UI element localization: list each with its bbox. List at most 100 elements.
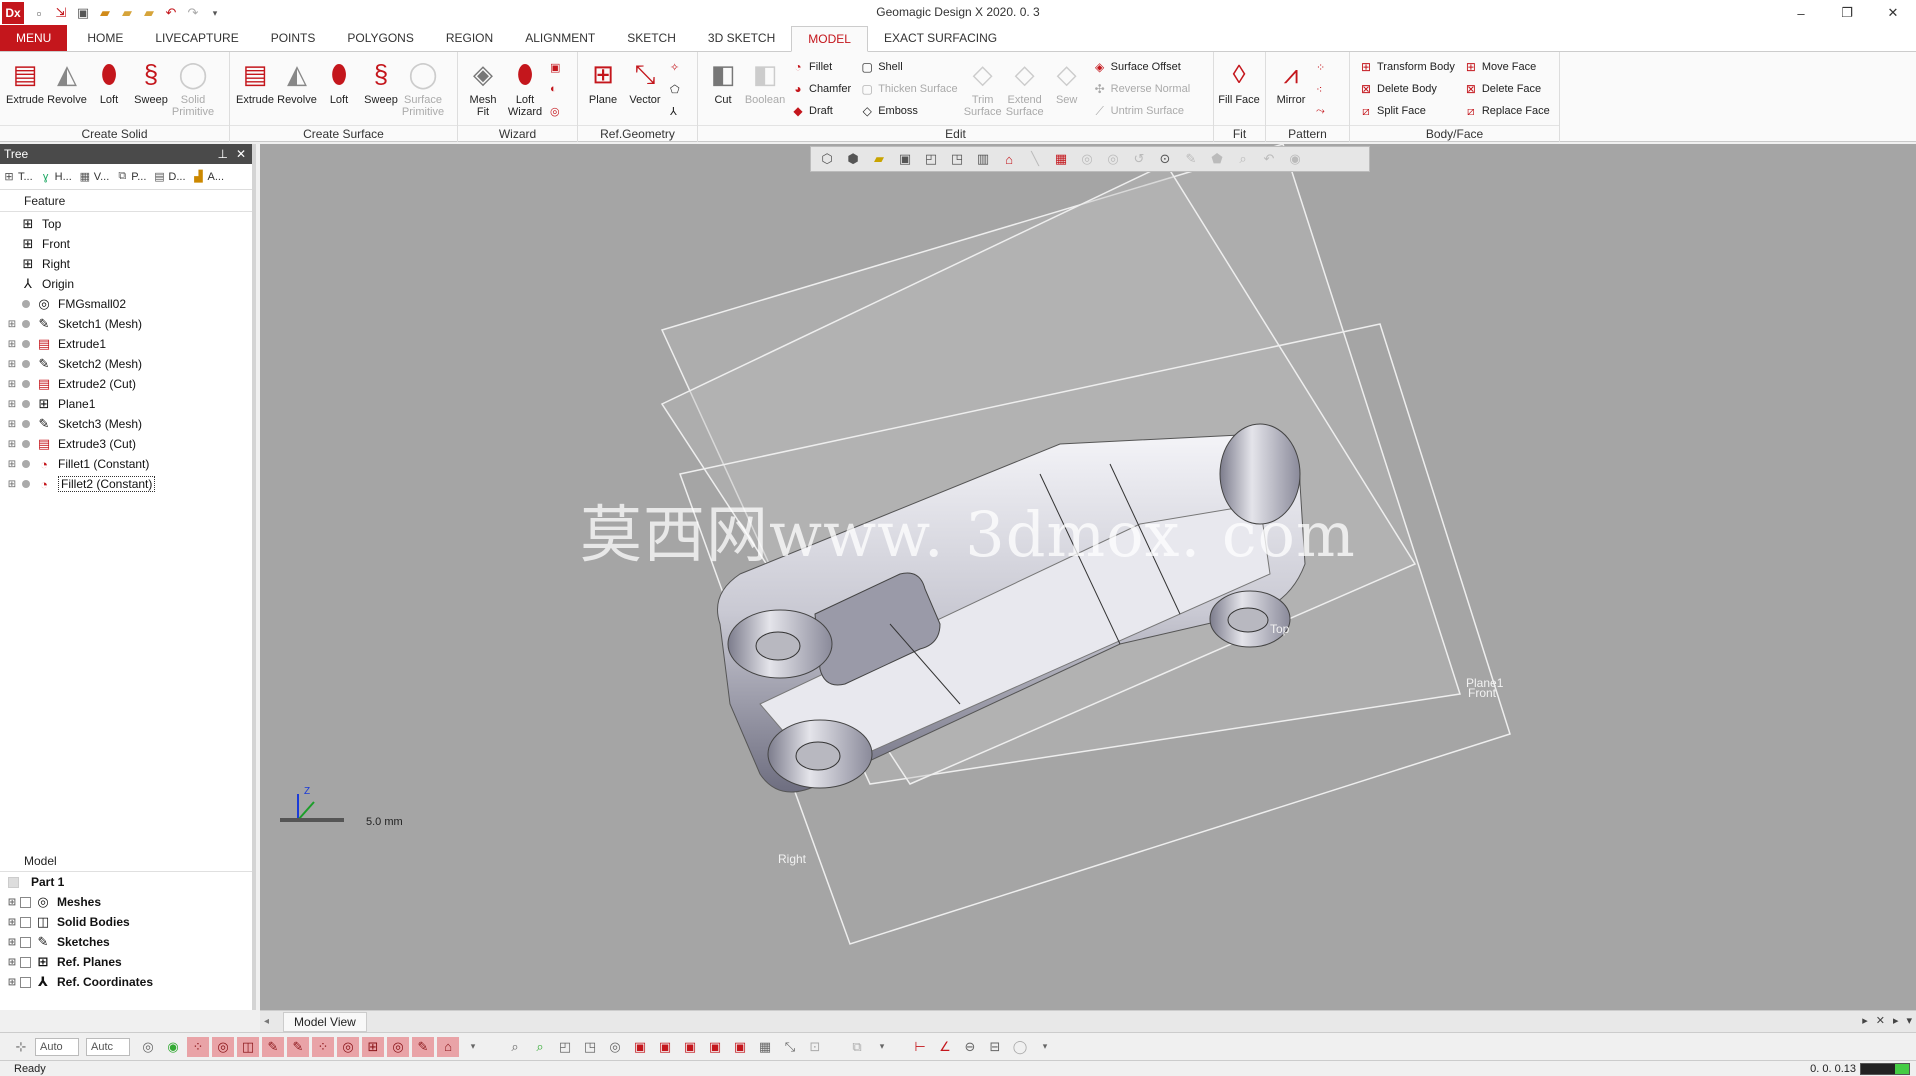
measure-radius-icon[interactable]: ⊖ [959, 1037, 981, 1057]
import-icon[interactable]: ▰ [96, 4, 114, 22]
minimize-icon[interactable]: – [1778, 0, 1824, 26]
save-icon[interactable]: ▣ [74, 4, 92, 22]
app-logo[interactable]: Dx [2, 2, 24, 24]
scroll-left-icon[interactable]: ◂ [264, 1016, 269, 1027]
wizard-tool-3[interactable]: ◎ [550, 102, 560, 120]
visibility-checkbox[interactable] [20, 916, 31, 928]
tab-livecapture[interactable]: LIVECAPTURE [139, 25, 254, 51]
flood-icon[interactable]: ⬟ [1207, 150, 1227, 168]
feature-sketch2[interactable]: ⊞ ✎ Sketch2 (Mesh) [0, 354, 252, 374]
feature-mesh[interactable]: ◎ FMGsmall02 [0, 294, 252, 314]
folder-open-icon[interactable]: ▰ [140, 4, 158, 22]
curve-pattern-icon[interactable]: ⤳ [1316, 102, 1325, 120]
feature-extrude2[interactable]: ⊞ ▤ Extrude2 (Cut) [0, 374, 252, 394]
tab-region[interactable]: REGION [430, 25, 509, 51]
polygon-icon[interactable]: ⬠ [670, 80, 680, 98]
expand-icon[interactable]: ⊞ [6, 358, 18, 370]
draft-button[interactable]: ◆ Draft [790, 102, 851, 120]
close-view-icon[interactable]: ✕ [1876, 1014, 1885, 1027]
view-orient-icon[interactable]: ⬡ [817, 150, 837, 168]
replace-face-button[interactable]: ⧄ Replace Face [1463, 102, 1550, 120]
expand-icon[interactable]: ⊞ [6, 378, 18, 390]
zoom-fit-icon[interactable]: ⌕ [504, 1037, 526, 1057]
visibility-dot[interactable] [22, 380, 30, 388]
search-icon[interactable]: ⌕ [1233, 150, 1253, 168]
view-grid-icon[interactable]: ▦ [754, 1037, 776, 1057]
wizard-tool-1[interactable]: ▣ [550, 58, 560, 76]
curve-filter-icon[interactable]: ◎ [337, 1036, 359, 1057]
model-viewport[interactable]: Top Front Plane1 Right 莫西网www. 3dmox. co… [260, 144, 1916, 1010]
visibility-dot[interactable] [22, 320, 30, 328]
tab-model[interactable]: MODEL [791, 26, 868, 52]
expand-icon[interactable]: ⊞ [6, 458, 18, 470]
split-face-button[interactable]: ⧄ Split Face [1358, 102, 1455, 120]
expand-icon[interactable]: ⊞ [6, 956, 18, 968]
emboss-button[interactable]: ◇ Emboss [859, 102, 957, 120]
copy-view-icon[interactable]: ⧉ [846, 1037, 868, 1057]
new-icon[interactable]: ▫ [30, 4, 48, 22]
filter-more-icon[interactable]: ▾ [462, 1037, 484, 1057]
tree-tab-display[interactable]: ▤ D... [152, 170, 185, 184]
line-select-icon[interactable]: ╲ [1025, 150, 1045, 168]
tab-model-view[interactable]: Model View [283, 1011, 367, 1032]
feature-top[interactable]: ⊞ Top [0, 214, 252, 234]
view-cube-icon[interactable]: ⬢ [843, 150, 863, 168]
tab-points[interactable]: POINTS [255, 25, 332, 51]
move-face-button[interactable]: ⊞ Move Face [1463, 58, 1550, 76]
feature-sketch1[interactable]: ⊞ ✎ Sketch1 (Mesh) [0, 314, 252, 334]
expand-icon[interactable]: ⊞ [6, 418, 18, 430]
model-ref-planes[interactable]: ⊞ ⊞ Ref. Planes [0, 952, 252, 972]
view-list-icon[interactable]: ▾ [1906, 1014, 1912, 1027]
sketch-filter-icon[interactable]: ⁘ [312, 1036, 334, 1057]
open-icon[interactable]: ⇲ [52, 4, 70, 22]
paint-select-icon[interactable]: ⊙ [1155, 150, 1175, 168]
circular-pattern-icon[interactable]: ⁖ [1316, 80, 1325, 98]
region-filter-icon[interactable]: ◉ [162, 1037, 184, 1057]
scroll-right-icon[interactable]: ▸ [1862, 1014, 1868, 1027]
visibility-dot[interactable] [22, 360, 30, 368]
model-meshes[interactable]: ⊞ ◎ Meshes [0, 892, 252, 912]
visibility-dot[interactable] [22, 300, 30, 308]
view-front-icon[interactable]: ▣ [895, 150, 915, 168]
circle-select-icon[interactable]: ◎ [1077, 150, 1097, 168]
feature-fillet1[interactable]: ⊞ ◔ Fillet1 (Constant) [0, 454, 252, 474]
view-box3-icon[interactable]: ▣ [679, 1037, 701, 1057]
expand-icon[interactable]: ⊞ [6, 896, 18, 908]
delete-body-button[interactable]: ⊠ Delete Body [1358, 80, 1455, 98]
rectangle-select-icon[interactable]: ▦ [1051, 150, 1071, 168]
expand-icon[interactable]: ⊞ [6, 318, 18, 330]
visibility-icon[interactable]: ◉ [1285, 150, 1305, 168]
feature-origin[interactable]: ⅄ Origin [0, 274, 252, 294]
plane-filter-icon[interactable]: ⊞ [362, 1036, 384, 1057]
zoom-icon[interactable]: ◎ [604, 1037, 626, 1057]
visibility-dot[interactable] [22, 400, 30, 408]
environment-icon[interactable]: ◯ [1009, 1037, 1031, 1057]
view-split-icon[interactable]: ▥ [973, 150, 993, 168]
frame-icon[interactable]: ⊡ [804, 1037, 826, 1057]
filter-select-1[interactable]: Auto [35, 1037, 79, 1056]
untrim-surface-button[interactable]: ⟋ Untrim Surface [1092, 102, 1190, 120]
tab-polygons[interactable]: POLYGONS [331, 25, 429, 51]
brush-icon[interactable]: ✎ [1181, 150, 1201, 168]
coordinate-icon[interactable]: ⅄ [670, 102, 680, 120]
visibility-dot[interactable] [22, 420, 30, 428]
measure-angle-icon[interactable]: ∠ [934, 1037, 956, 1057]
tree-tab-accuracy[interactable]: ▟ A... [192, 170, 224, 184]
polygon-select-icon[interactable]: ◎ [1103, 150, 1123, 168]
tab-sketch[interactable]: SKETCH [611, 25, 692, 51]
visibility-dot[interactable] [22, 480, 30, 488]
lasso-select-icon[interactable]: ↺ [1129, 150, 1149, 168]
close-icon[interactable]: ✕ [1870, 0, 1916, 26]
zoom-region-icon[interactable]: ⌕ [529, 1037, 551, 1057]
filter-select-2[interactable]: Autc [86, 1037, 130, 1056]
expand-icon[interactable]: ⊞ [6, 916, 18, 928]
part-row[interactable]: Part 1 [0, 872, 252, 892]
tab-alignment[interactable]: ALIGNMENT [509, 25, 611, 51]
close-icon[interactable]: ✕ [236, 147, 246, 161]
visibility-checkbox[interactable] [20, 896, 31, 908]
measure-distance-icon[interactable]: ⊢ [909, 1037, 931, 1057]
redo-icon[interactable]: ↷ [184, 4, 202, 22]
tab-3d-sketch[interactable]: 3D SKETCH [692, 25, 791, 51]
pick-icon[interactable]: ⤡ [779, 1037, 801, 1057]
environment-more-icon[interactable]: ▾ [1034, 1037, 1056, 1057]
